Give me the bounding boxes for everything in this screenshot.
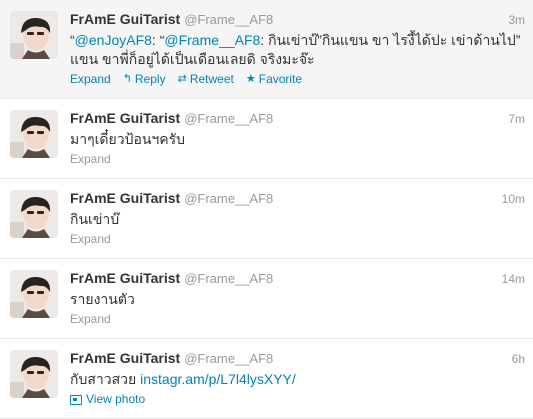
url-link[interactable]: instagr.am/p/L7l4lysXYY/ <box>140 371 296 387</box>
mention-link[interactable]: @enJoyAF8 <box>75 32 152 48</box>
tweet-header: FrAmE GuiTarist @Frame__AF8 6h <box>70 349 525 368</box>
retweet-icon: ⇄ <box>177 73 187 85</box>
favorite-button[interactable]: ★ Favorite <box>246 71 302 88</box>
text-segment: กับสาวสวย <box>70 371 141 387</box>
username[interactable]: @Frame__AF8 <box>184 11 273 29</box>
timestamp[interactable]: 7m <box>508 110 525 128</box>
text-segment: มาๆเดี๋ยวป้อนฯครับ <box>70 131 186 147</box>
star-icon: ★ <box>245 73 256 85</box>
tweet-text: “@enJoyAF8: “@Frame__AF8: กินเข่าบ๊”กินแ… <box>70 31 525 69</box>
tweet-header: FrAmE GuiTarist @Frame__AF8 7m <box>70 109 525 128</box>
tweet-header: FrAmE GuiTarist @Frame__AF8 14m <box>70 269 525 288</box>
text-segment: กินเข่าบ๊ <box>70 211 120 227</box>
tweet-header: FrAmE GuiTarist @Frame__AF8 10m <box>70 189 525 208</box>
tweet-actions: View photo <box>70 391 525 408</box>
view-photo-label: View photo <box>86 392 146 406</box>
fullname[interactable]: FrAmE GuiTarist <box>70 189 180 207</box>
tweet[interactable]: FrAmE GuiTarist @Frame__AF8 14m รายงานตั… <box>0 259 533 339</box>
retweet-label: Retweet <box>189 72 234 86</box>
tweet[interactable]: FrAmE GuiTarist @Frame__AF8 10m กินเข่าบ… <box>0 179 533 259</box>
expand-link[interactable]: Expand <box>70 311 111 328</box>
reply-arrow-icon: ↰ <box>122 73 132 85</box>
tweet-actions: Expand ↰ Reply ⇄ Retweet ★ Favorite <box>70 71 525 88</box>
tweet[interactable]: FrAmE GuiTarist @Frame__AF8 7m มาๆเดี๋ยว… <box>0 99 533 179</box>
expand-link[interactable]: Expand <box>70 151 111 168</box>
text-segment: : “ <box>151 32 165 48</box>
tweet-text: รายงานตัว <box>70 290 525 309</box>
tweet-header: FrAmE GuiTarist @Frame__AF8 3m <box>70 10 525 29</box>
fullname[interactable]: FrAmE GuiTarist <box>70 10 180 28</box>
tweet-actions: Expand <box>70 231 525 248</box>
favorite-label: Favorite <box>258 72 303 86</box>
avatar[interactable] <box>10 110 58 158</box>
tweet-text: กินเข่าบ๊ <box>70 210 525 229</box>
avatar[interactable] <box>10 270 58 318</box>
reply-button[interactable]: ↰ Reply <box>123 71 166 88</box>
timestamp[interactable]: 6h <box>512 350 525 368</box>
reply-label: Reply <box>134 72 166 86</box>
avatar[interactable] <box>10 190 58 238</box>
tweet-text: มาๆเดี๋ยวป้อนฯครับ <box>70 130 525 149</box>
tweet[interactable]: FrAmE GuiTarist @Frame__AF8 6h กับสาวสวย… <box>0 339 533 419</box>
tweet-actions: Expand <box>70 311 525 328</box>
username[interactable]: @Frame__AF8 <box>184 110 273 128</box>
username[interactable]: @Frame__AF8 <box>184 350 273 368</box>
timestamp[interactable]: 3m <box>508 11 525 29</box>
expand-link[interactable]: Expand <box>70 231 111 248</box>
timeline: FrAmE GuiTarist @Frame__AF8 3m “@enJoyAF… <box>0 0 533 419</box>
fullname[interactable]: FrAmE GuiTarist <box>70 269 180 287</box>
expand-link[interactable]: Expand <box>70 71 111 88</box>
avatar[interactable] <box>10 350 58 398</box>
fullname[interactable]: FrAmE GuiTarist <box>70 349 180 367</box>
tweet[interactable]: FrAmE GuiTarist @Frame__AF8 3m “@enJoyAF… <box>0 0 533 99</box>
view-photo-link[interactable]: View photo <box>70 391 145 408</box>
photo-icon <box>70 394 82 405</box>
timestamp[interactable]: 10m <box>502 190 525 208</box>
tweet-text: กับสาวสวย instagr.am/p/L7l4lysXYY/ <box>70 370 525 389</box>
username[interactable]: @Frame__AF8 <box>184 190 273 208</box>
tweet-actions: Expand <box>70 151 525 168</box>
timestamp[interactable]: 14m <box>502 270 525 288</box>
avatar[interactable] <box>10 11 58 59</box>
text-segment: รายงานตัว <box>70 291 135 307</box>
mention-link[interactable]: @Frame__AF8 <box>164 32 260 48</box>
username[interactable]: @Frame__AF8 <box>184 270 273 288</box>
fullname[interactable]: FrAmE GuiTarist <box>70 109 180 127</box>
retweet-button[interactable]: ⇄ Retweet <box>178 71 234 88</box>
